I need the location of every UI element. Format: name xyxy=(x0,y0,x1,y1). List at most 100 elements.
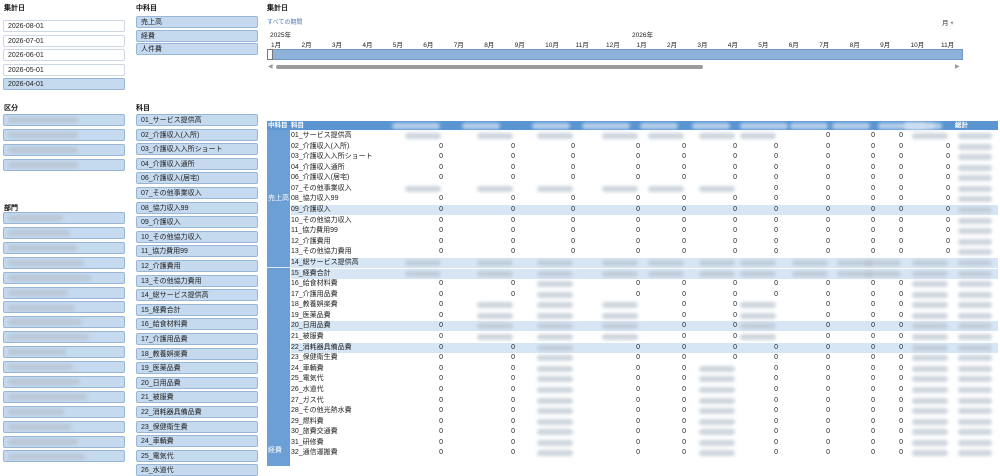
subject-slicer-item[interactable]: 02_介護収入(入所) xyxy=(136,128,258,141)
department-slicer-item[interactable] xyxy=(3,420,125,433)
subject-slicer-item[interactable]: 04_介護収入通所 xyxy=(136,157,258,170)
table-row-label[interactable]: 25_電気代 xyxy=(291,374,324,384)
timeline-month[interactable]: 3月 xyxy=(332,39,342,49)
category-slicer-item[interactable]: 経費 xyxy=(136,29,258,42)
scroll-left-icon[interactable]: ◀ xyxy=(268,63,273,70)
subject-slicer-item[interactable]: 09_介護収入 xyxy=(136,216,258,229)
subject-slicer-item[interactable]: 14_総サービス提供高 xyxy=(136,289,258,302)
table-row-label[interactable]: 22_消耗器具備品費 xyxy=(291,343,352,353)
table-row-label[interactable]: 23_保健衛生費 xyxy=(291,353,338,363)
subject-slicer-item[interactable]: 10_その他協力収入 xyxy=(136,230,258,243)
subject-slicer-item[interactable]: 24_車輌費 xyxy=(136,435,258,448)
department-slicer-item[interactable] xyxy=(3,271,125,284)
department-slicer-item[interactable] xyxy=(3,241,125,254)
subject-slicer-item[interactable]: 01_サービス提供高 xyxy=(136,114,258,126)
timeline-month[interactable]: 4月 xyxy=(728,39,738,49)
subject-slicer-item[interactable]: 18_教養娯楽費 xyxy=(136,347,258,360)
subject-slicer-item[interactable]: 07_その他事業収入 xyxy=(136,187,258,199)
department-slicer-item[interactable] xyxy=(3,256,125,269)
table-row-label[interactable]: 18_教養娯楽費 xyxy=(291,300,338,310)
table-row-label[interactable]: 31_研修費 xyxy=(291,438,324,448)
timeline-month[interactable]: 9月 xyxy=(880,39,890,49)
table-row-label[interactable]: 12_介護費用 xyxy=(291,237,331,247)
timeline-month[interactable]: 10月 xyxy=(911,39,925,49)
subject-slicer-item[interactable]: 08_協力収入99 xyxy=(136,201,258,214)
table-row-label[interactable]: 07_その他事業収入 xyxy=(291,184,352,194)
subject-slicer-item[interactable]: 26_水道代 xyxy=(136,464,258,476)
subject-slicer-item[interactable]: 25_電気代 xyxy=(136,449,258,462)
table-row-label[interactable]: 11_協力費用99 xyxy=(291,226,338,236)
category-slicer-item[interactable]: 人件費 xyxy=(136,43,258,55)
subject-slicer-item[interactable]: 20_日用品費 xyxy=(136,376,258,389)
table-row-label[interactable]: 27_ガス代 xyxy=(291,396,324,406)
department-slicer-item[interactable] xyxy=(3,450,125,463)
table-row-label[interactable]: 19_医薬品費 xyxy=(291,311,331,321)
subject-slicer-item[interactable]: 03_介護収入入所ショート xyxy=(136,143,258,156)
subject-slicer-item[interactable]: 15_経費合計 xyxy=(136,303,258,316)
date-slicer-item[interactable]: 2026-04-01 xyxy=(3,78,125,90)
table-row-label[interactable]: 01_サービス提供高 xyxy=(291,131,352,141)
department-slicer-item[interactable] xyxy=(3,212,125,224)
table-row-label[interactable]: 02_介護収入(入所) xyxy=(291,142,349,152)
table-row-label[interactable]: 32_通信運搬費 xyxy=(291,448,338,458)
department-slicer-item[interactable] xyxy=(3,435,125,448)
department-slicer-item[interactable] xyxy=(3,331,125,344)
table-row-label[interactable]: 09_介護収入 xyxy=(291,205,331,215)
table-row-label[interactable]: 16_給食材料費 xyxy=(291,279,338,289)
table-row-label[interactable]: 26_水道代 xyxy=(291,385,324,395)
table-row-label[interactable]: 20_日用品費 xyxy=(291,321,331,331)
all-periods-label[interactable]: すべての期間 xyxy=(267,17,302,26)
department-slicer-item[interactable] xyxy=(3,375,125,388)
timeline-month[interactable]: 7月 xyxy=(454,39,464,49)
department-slicer-item[interactable] xyxy=(3,286,125,299)
subject-slicer-item[interactable]: 11_協力費用99 xyxy=(136,245,258,258)
subject-slicer-item[interactable]: 21_被服費 xyxy=(136,391,258,404)
table-row-label[interactable]: 21_被服費 xyxy=(291,332,324,342)
subject-slicer-item[interactable]: 13_その他協力費用 xyxy=(136,274,258,287)
table-row-label[interactable]: 03_介護収入入所ショート xyxy=(291,152,373,162)
subject-slicer-item[interactable]: 06_介護収入(居宅) xyxy=(136,172,258,185)
timeline-month[interactable]: 11月 xyxy=(576,39,589,49)
timeline-month[interactable]: 8月 xyxy=(484,39,494,49)
division-slicer-item[interactable] xyxy=(3,159,125,171)
timeline-month[interactable]: 1月 xyxy=(271,39,281,49)
table-row-label[interactable]: 10_その他協力収入 xyxy=(291,216,352,226)
date-slicer-item[interactable]: 2026-05-01 xyxy=(3,63,125,76)
timeline-month[interactable]: 12月 xyxy=(606,39,620,49)
department-slicer-item[interactable] xyxy=(3,390,125,403)
department-slicer-item[interactable] xyxy=(3,226,125,239)
subject-slicer-item[interactable]: 17_介護用品費 xyxy=(136,333,258,345)
granularity-select[interactable]: 月 ▾ xyxy=(942,17,954,27)
category-slicer-item[interactable]: 売上高 xyxy=(136,16,258,28)
timeline-scrollbar[interactable] xyxy=(276,65,703,69)
table-row-label[interactable]: 15_経費合計 xyxy=(291,269,331,279)
scroll-right-icon[interactable]: ▶ xyxy=(955,63,960,70)
timeline-month[interactable]: 2月 xyxy=(667,39,677,49)
timeline-month[interactable]: 1月 xyxy=(637,39,647,49)
table-row-label[interactable]: 30_旅費交通費 xyxy=(291,427,338,437)
division-slicer-item[interactable] xyxy=(3,144,125,156)
date-slicer-item[interactable]: 2026-08-01 xyxy=(3,20,125,32)
timeline-month[interactable]: 6月 xyxy=(789,39,799,49)
timeline-month[interactable]: 5月 xyxy=(758,39,768,49)
department-slicer-item[interactable] xyxy=(3,346,125,359)
timeline-month[interactable]: 6月 xyxy=(423,39,433,49)
department-slicer-item[interactable] xyxy=(3,301,125,314)
date-slicer-item[interactable]: 2026-07-01 xyxy=(3,34,125,47)
timeline-month[interactable]: 11月 xyxy=(941,39,954,49)
date-slicer-item[interactable]: 2026-06-01 xyxy=(3,49,125,61)
department-slicer-item[interactable] xyxy=(3,405,125,418)
subject-slicer-item[interactable]: 22_消耗器具備品費 xyxy=(136,406,258,418)
timeline-selection-bar[interactable] xyxy=(267,49,963,60)
subject-slicer-item[interactable]: 19_医薬品費 xyxy=(136,362,258,375)
subject-slicer-item[interactable]: 12_介護費用 xyxy=(136,260,258,272)
table-row-label[interactable]: 14_総サービス提供高 xyxy=(291,258,359,268)
timeline-month[interactable]: 9月 xyxy=(515,39,525,49)
subject-slicer-item[interactable]: 23_保健衛生費 xyxy=(136,420,258,433)
table-row-label[interactable]: 29_燃料費 xyxy=(291,417,324,427)
table-row-label[interactable]: 28_その他光熱水費 xyxy=(291,406,352,416)
table-row-label[interactable]: 13_その他協力費用 xyxy=(291,247,352,257)
department-slicer-item[interactable] xyxy=(3,316,125,329)
department-slicer-item[interactable] xyxy=(3,361,125,373)
timeline-month[interactable]: 5月 xyxy=(393,39,403,49)
